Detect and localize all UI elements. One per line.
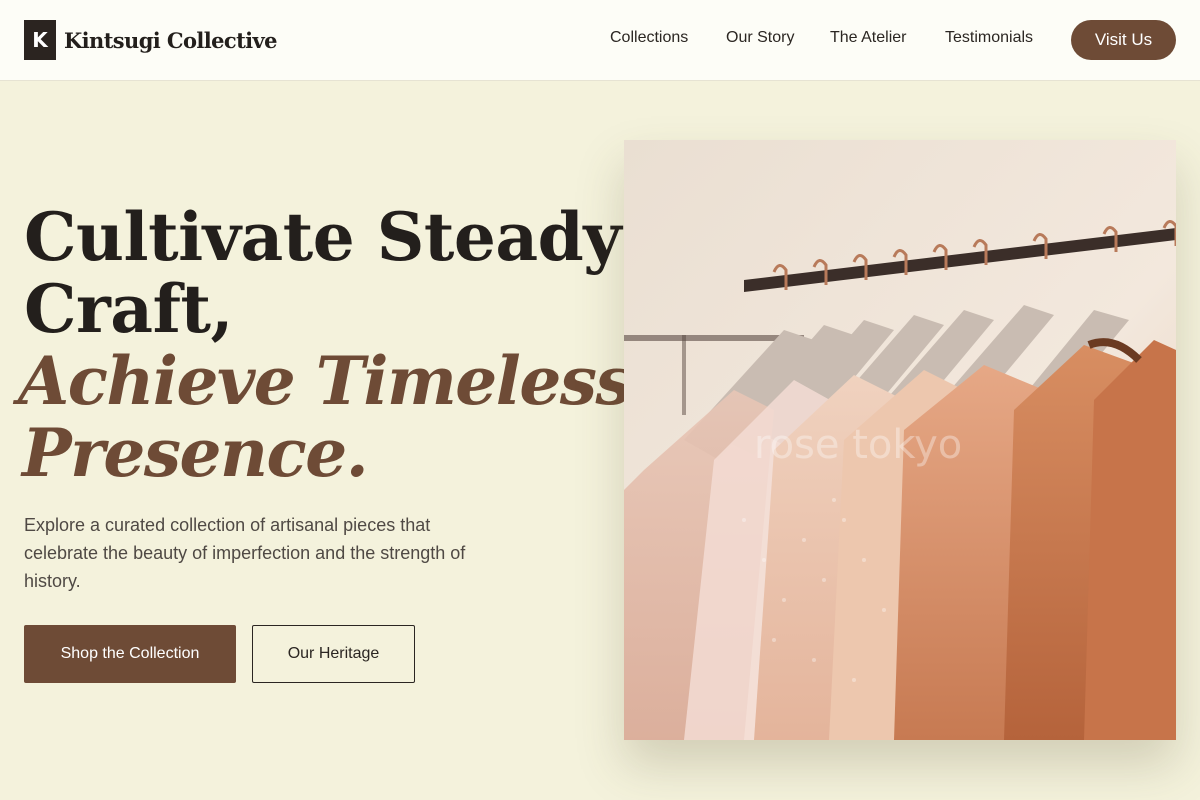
visit-us-button[interactable]: Visit Us: [1071, 20, 1176, 60]
brand-logo[interactable]: K Kintsugi Collective: [24, 20, 278, 60]
nav-item-collections[interactable]: Collections: [610, 29, 688, 47]
nav-item-the-atelier[interactable]: The Atelier: [830, 29, 906, 47]
hero-headline-line1: Cultivate Steady: [24, 198, 622, 276]
site-header: K Kintsugi Collective Collections Our St…: [0, 0, 1200, 81]
hero-headline-line2: Craft,: [24, 270, 233, 348]
logo-mark: K: [24, 20, 56, 60]
shop-collection-button[interactable]: Shop the Collection: [24, 625, 236, 683]
hero-headline-line3: Achieve Timeless: [18, 342, 633, 420]
hero-headline-line4: Presence.: [22, 414, 369, 492]
hero-subtext: Explore a curated collection of artisana…: [24, 515, 466, 591]
nav-item-testimonials[interactable]: Testimonials: [945, 29, 1033, 47]
image-watermark: rose tokyo: [754, 422, 962, 468]
nav-item-our-story[interactable]: Our Story: [726, 29, 794, 47]
brand-name: Kintsugi Collective: [64, 27, 278, 53]
our-heritage-button[interactable]: Our Heritage: [252, 625, 415, 683]
hero-image: rose tokyo: [624, 140, 1176, 740]
clothing-rack-photo: rose tokyo: [624, 140, 1176, 740]
